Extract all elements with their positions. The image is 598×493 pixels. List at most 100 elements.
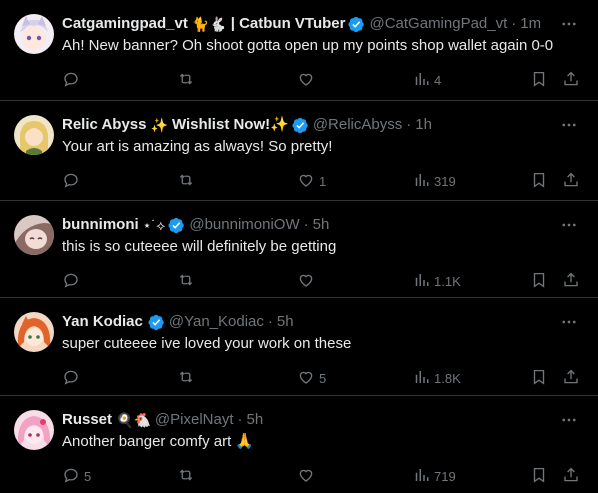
tweet-text: Ah! New banner? Oh shoot gotta open up m…	[62, 37, 554, 54]
bookmark-button[interactable]	[530, 171, 548, 191]
reply-button[interactable]	[62, 368, 84, 388]
bookmark-icon	[530, 271, 548, 292]
like-button[interactable]	[297, 271, 319, 291]
reply-icon	[62, 171, 80, 192]
timestamp[interactable]: 1m	[520, 14, 541, 34]
timestamp[interactable]: 5h	[247, 410, 264, 430]
avatar[interactable]	[14, 115, 54, 155]
action-bar: 5 1.8K	[62, 368, 582, 388]
tweet-text: Another banger comfy art 🙏	[62, 433, 255, 450]
like-button[interactable]	[297, 466, 319, 486]
handle[interactable]: @PixelNayt	[155, 410, 234, 430]
avatar[interactable]	[14, 410, 54, 450]
like-button[interactable]: 5	[297, 368, 326, 388]
like-icon	[297, 368, 315, 389]
display-name[interactable]: Catgamingpad_vt	[62, 14, 188, 34]
views-count: 319	[434, 173, 456, 189]
views-icon	[412, 368, 430, 389]
display-name-suffix[interactable]: | Catbun VTuber	[231, 14, 346, 34]
timestamp[interactable]: 1h	[415, 115, 432, 135]
share-button[interactable]	[562, 368, 580, 388]
retweet-button[interactable]	[177, 70, 199, 90]
tweet-header: Relic Abyss ✨ Wishlist Now!✨ @RelicAbyss…	[62, 115, 554, 135]
views-button[interactable]: 319	[412, 171, 456, 191]
reply-tweet[interactable]: Relic Abyss ✨ Wishlist Now!✨ @RelicAbyss…	[0, 101, 598, 201]
reply-button[interactable]: 5	[62, 466, 91, 486]
reply-icon	[62, 466, 80, 487]
share-button[interactable]	[562, 271, 580, 291]
reply-button[interactable]	[62, 70, 84, 90]
display-name[interactable]: Yan Kodiac	[62, 312, 143, 332]
display-name[interactable]: bunnimoni	[62, 215, 139, 235]
retweet-button[interactable]	[177, 466, 199, 486]
more-icon[interactable]	[558, 312, 580, 332]
avatar[interactable]	[14, 312, 54, 352]
views-count: 4	[434, 72, 442, 88]
more-icon[interactable]	[558, 410, 580, 430]
display-name-suffix[interactable]: Wishlist Now!✨	[172, 115, 289, 135]
share-button[interactable]	[562, 70, 580, 90]
display-name[interactable]: Relic Abyss	[62, 115, 147, 135]
bookmark-button[interactable]	[530, 466, 548, 486]
handle[interactable]: @bunnimoniOW	[189, 215, 299, 235]
reply-tweet[interactable]: Catgamingpad_vt 🐈🐇 | Catbun VTuber @CatG…	[0, 0, 598, 101]
reply-button[interactable]	[62, 271, 84, 291]
share-button[interactable]	[562, 466, 580, 486]
retweet-icon	[177, 171, 195, 192]
bookmark-button[interactable]	[530, 368, 548, 388]
handle[interactable]: @CatGamingPad_vt	[369, 14, 507, 34]
like-button[interactable]	[297, 70, 319, 90]
more-icon[interactable]	[558, 215, 580, 235]
like-button[interactable]: 1	[297, 171, 326, 191]
reply-icon	[62, 271, 80, 292]
views-button[interactable]: 4	[412, 70, 441, 90]
reply-feed: Catgamingpad_vt 🐈🐇 | Catbun VTuber @CatG…	[0, 0, 598, 493]
like-icon	[297, 271, 315, 292]
retweet-icon	[177, 368, 195, 389]
reply-icon	[62, 70, 80, 91]
share-icon	[562, 70, 580, 91]
views-count: 1.1K	[434, 273, 461, 289]
more-icon[interactable]	[558, 115, 580, 135]
tweet-text: super cuteeee ive loved your work on the…	[62, 335, 352, 352]
like-count: 5	[319, 370, 327, 386]
timestamp[interactable]: 5h	[313, 215, 330, 235]
retweet-icon	[177, 271, 195, 292]
reply-button[interactable]	[62, 171, 84, 191]
handle[interactable]: @Yan_Kodiac	[169, 312, 264, 332]
retweet-button[interactable]	[177, 171, 199, 191]
bookmark-button[interactable]	[530, 271, 548, 291]
views-button[interactable]: 1.1K	[412, 271, 461, 291]
retweet-button[interactable]	[177, 368, 199, 388]
bookmark-icon	[530, 368, 548, 389]
handle[interactable]: @RelicAbyss	[313, 115, 402, 135]
avatar[interactable]	[14, 215, 54, 255]
separator-dot: ·	[303, 216, 309, 233]
name-emoji: 🍳🐔	[116, 412, 151, 428]
tweet-header: bunnimoni ⋆˙⟡ @bunnimoniOW · 5h	[62, 215, 554, 235]
avatar[interactable]	[14, 14, 54, 54]
verified-badge-icon	[168, 217, 185, 234]
tweet-header: Catgamingpad_vt 🐈🐇 | Catbun VTuber @CatG…	[62, 14, 554, 34]
reply-icon	[62, 368, 80, 389]
reply-tweet[interactable]: bunnimoni ⋆˙⟡ @bunnimoniOW · 5h this is …	[0, 201, 598, 298]
name-emoji: ✨	[150, 117, 168, 133]
bookmark-button[interactable]	[530, 70, 548, 90]
retweet-button[interactable]	[177, 271, 199, 291]
views-icon	[412, 70, 430, 91]
share-icon	[562, 271, 580, 292]
more-icon[interactable]	[558, 14, 580, 34]
reply-tweet[interactable]: Russet 🍳🐔 @PixelNayt · 5h Another banger…	[0, 396, 598, 493]
bookmark-icon	[530, 70, 548, 91]
verified-badge-icon	[148, 314, 165, 331]
display-name[interactable]: Russet	[62, 410, 112, 430]
views-button[interactable]: 719	[412, 466, 456, 486]
separator-dot: ·	[406, 116, 412, 133]
views-button[interactable]: 1.8K	[412, 368, 461, 388]
views-count: 1.8K	[434, 370, 461, 386]
verified-badge-icon	[348, 16, 365, 33]
reply-tweet[interactable]: Yan Kodiac @Yan_Kodiac · 5h super cuteee…	[0, 298, 598, 396]
action-bar: 1 319	[62, 171, 582, 191]
timestamp[interactable]: 5h	[277, 312, 294, 332]
share-button[interactable]	[562, 171, 580, 191]
